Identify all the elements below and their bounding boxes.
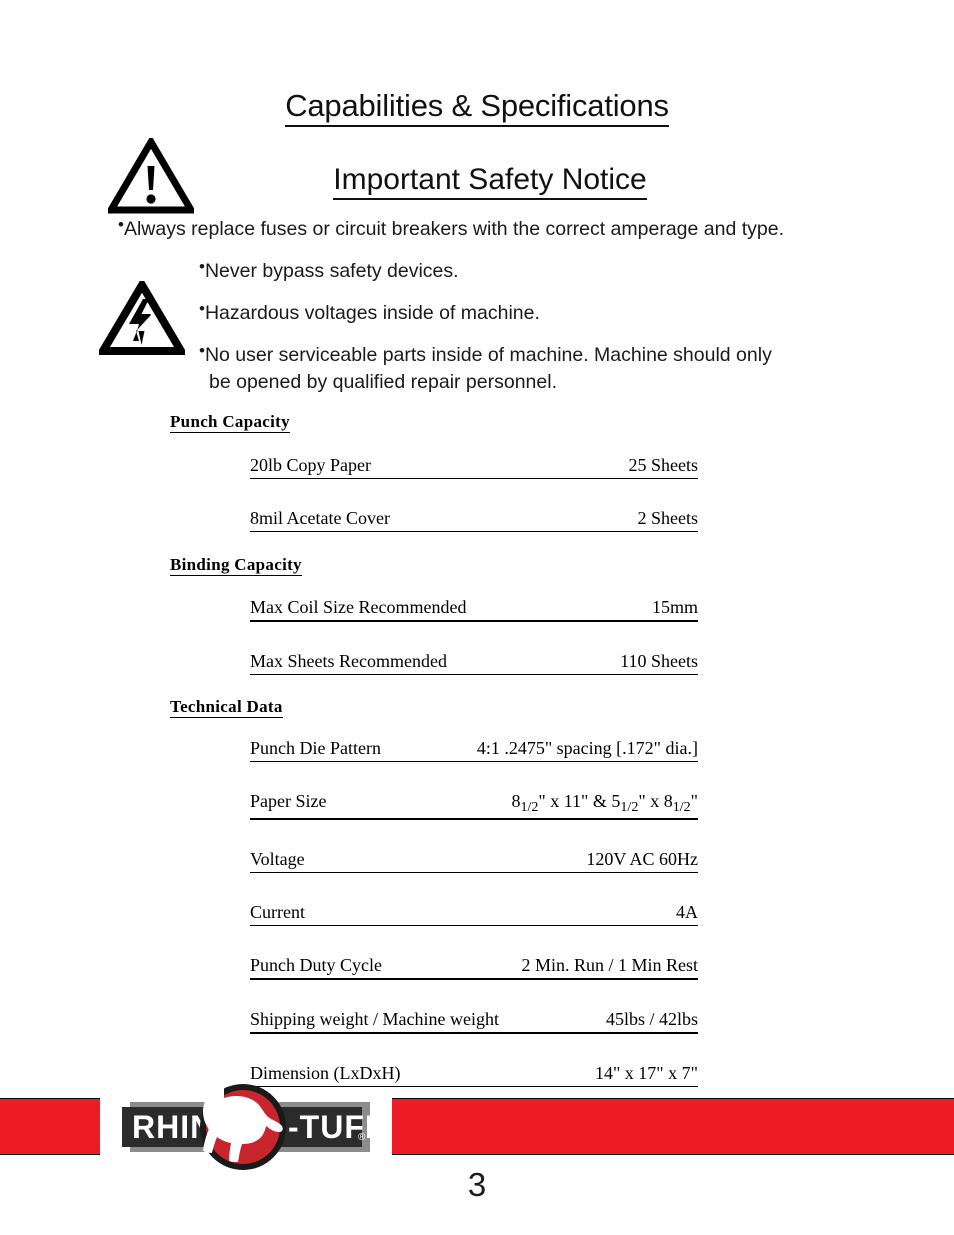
table-row: Shipping weight / Machine weight 45lbs /… bbox=[250, 1009, 698, 1034]
spec-value: 45lbs / 42lbs bbox=[605, 1008, 698, 1029]
spec-label: Max Coil Size Recommended bbox=[250, 597, 467, 617]
table-row: 20lb Copy Paper 25 Sheets bbox=[250, 455, 698, 479]
page-number: 3 bbox=[467, 1166, 487, 1203]
spec-label: Dimension (LxDxH) bbox=[250, 1062, 401, 1083]
section-heading-punch-capacity: Punch Capacity bbox=[170, 412, 290, 433]
table-row: Paper Size 81/2" x 11" & 51/2" x 81/2" bbox=[250, 791, 698, 820]
section-heading-binding-capacity: Binding Capacity bbox=[170, 555, 302, 576]
spec-label: Max Sheets Recommended bbox=[250, 651, 447, 671]
bullet-text: Never bypass safety devices. bbox=[204, 260, 459, 282]
spec-value: 4A bbox=[676, 901, 698, 922]
spec-label: Shipping weight / Machine weight bbox=[250, 1008, 499, 1029]
bullet-text: Hazardous voltages inside of machine. bbox=[204, 302, 540, 324]
footer-bar-left bbox=[0, 1098, 100, 1155]
spec-label: Punch Die Pattern bbox=[250, 738, 381, 758]
spec-table-punch-capacity: 20lb Copy Paper 25 Sheets 8mil Acetate C… bbox=[250, 455, 698, 561]
spec-label: Voltage bbox=[250, 848, 305, 869]
spec-table-binding-capacity: Max Coil Size Recommended 15mm Max Sheet… bbox=[250, 597, 698, 704]
bullet-text-continuation: be opened by qualified repair personnel. bbox=[209, 371, 558, 393]
list-item: •Always replace fuses or circuit breaker… bbox=[118, 216, 785, 241]
table-row: Max Sheets Recommended 110 Sheets bbox=[250, 651, 698, 675]
spec-value: 14" x 17" x 7" bbox=[594, 1062, 698, 1083]
spec-value: 2 Min. Run / 1 Min Rest bbox=[521, 954, 698, 975]
table-row: Voltage 120V AC 60Hz bbox=[250, 849, 698, 873]
section-heading-text: Technical Data bbox=[170, 697, 283, 718]
section-heading-technical-data: Technical Data bbox=[170, 697, 283, 718]
rhino-tuff-logo: RHIN- -TUFF ® bbox=[122, 1084, 385, 1170]
spec-label: Punch Duty Cycle bbox=[250, 954, 382, 975]
spec-table-technical-data: Punch Die Pattern 4:1 .2475" spacing [.1… bbox=[250, 738, 698, 1116]
section-heading-text: Punch Capacity bbox=[170, 412, 290, 433]
warning-triangle-icon bbox=[108, 138, 194, 214]
spec-value: 25 Sheets bbox=[628, 455, 699, 475]
list-item: •Hazardous voltages inside of machine. bbox=[199, 300, 540, 325]
spec-value: 81/2" x 11" & 51/2" x 81/2" bbox=[511, 791, 698, 815]
spec-value: 120V AC 60Hz bbox=[586, 848, 698, 869]
electrical-hazard-icon bbox=[99, 281, 185, 355]
page-title: Capabilities & Specifications bbox=[0, 88, 954, 127]
table-row: Punch Die Pattern 4:1 .2475" spacing [.1… bbox=[250, 738, 698, 762]
table-row: Punch Duty Cycle 2 Min. Run / 1 Min Rest bbox=[250, 955, 698, 980]
spec-value: 4:1 .2475" spacing [.172" dia.] bbox=[476, 738, 698, 758]
table-row: Current 4A bbox=[250, 902, 698, 926]
spec-label: Current bbox=[250, 901, 305, 922]
spec-value: 110 Sheets bbox=[620, 651, 698, 671]
spec-label: 8mil Acetate Cover bbox=[250, 508, 390, 528]
safety-notice-title-text: Important Safety Notice bbox=[333, 163, 647, 200]
footer-bar-right bbox=[392, 1098, 954, 1155]
spec-value: 2 Sheets bbox=[637, 508, 699, 528]
table-row: Max Coil Size Recommended 15mm bbox=[250, 597, 698, 622]
spec-label: 20lb Copy Paper bbox=[250, 455, 371, 475]
section-heading-text: Binding Capacity bbox=[170, 555, 302, 576]
table-row: 8mil Acetate Cover 2 Sheets bbox=[250, 508, 698, 532]
safety-notice-title: Important Safety Notice bbox=[290, 163, 690, 200]
spec-label: Paper Size bbox=[250, 791, 327, 811]
logo-text-right: -TUFF bbox=[288, 1109, 385, 1145]
spec-value: 15mm bbox=[651, 597, 698, 617]
bullet-text: Always replace fuses or circuit breakers… bbox=[123, 218, 785, 240]
list-item: •No user serviceable parts inside of mac… bbox=[199, 342, 772, 394]
bullet-text: No user serviceable parts inside of mach… bbox=[204, 344, 772, 366]
document-page: Capabilities & Specifications Important … bbox=[0, 0, 954, 1235]
page-title-text: Capabilities & Specifications bbox=[285, 88, 669, 127]
logo-registered-mark: ® bbox=[358, 1132, 366, 1143]
list-item: •Never bypass safety devices. bbox=[199, 258, 459, 283]
